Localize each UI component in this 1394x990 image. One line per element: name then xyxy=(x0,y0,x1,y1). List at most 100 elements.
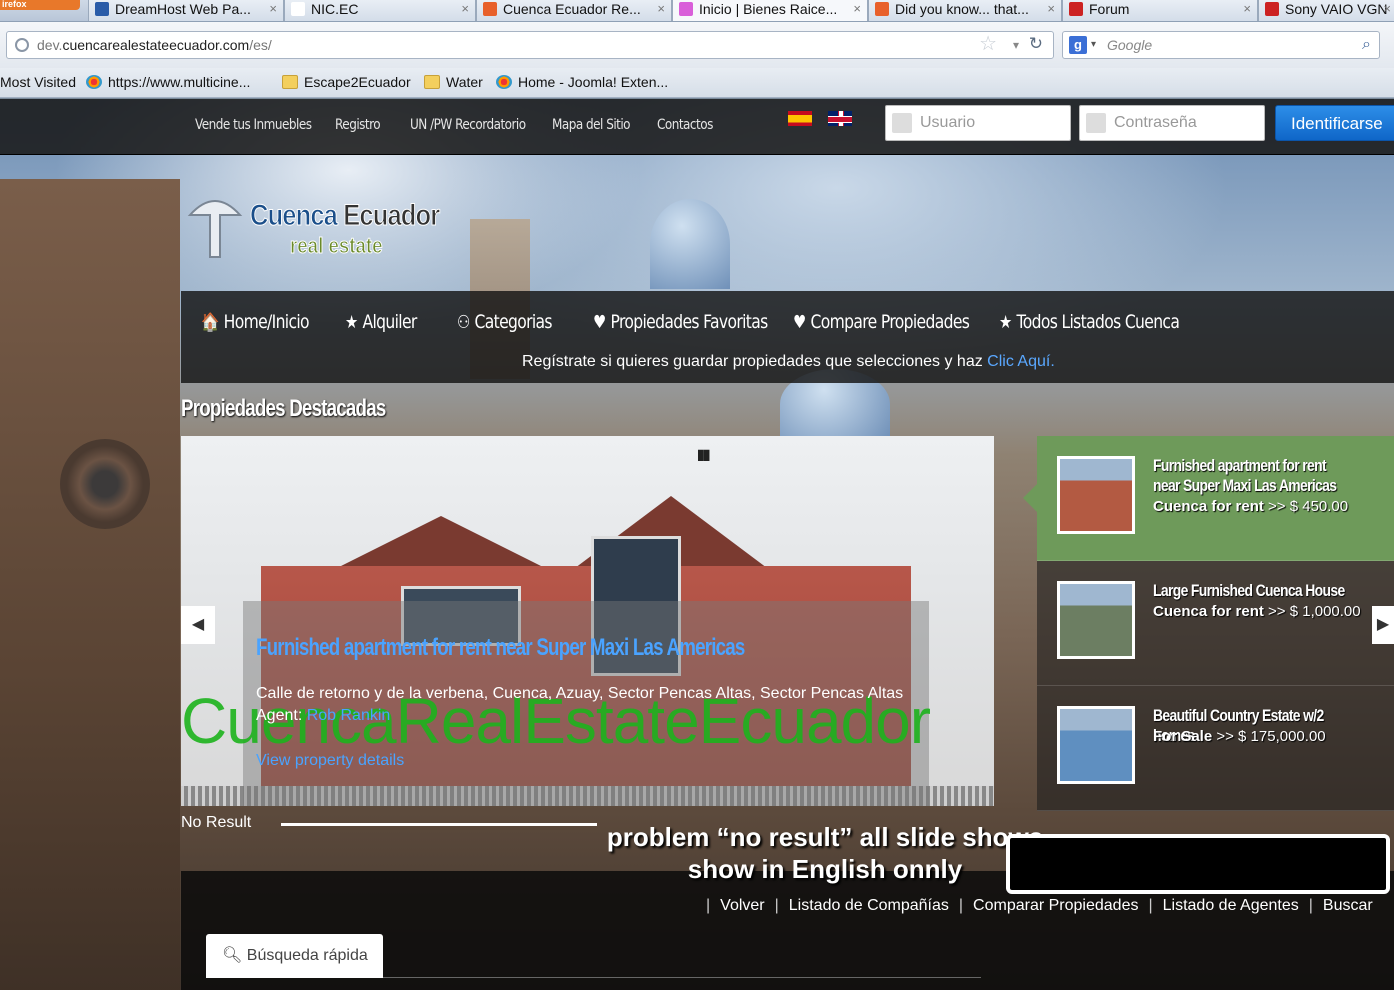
footer-link[interactable]: Volver xyxy=(720,897,764,914)
google-icon[interactable]: g xyxy=(1069,36,1087,54)
next-slide-button[interactable]: ▶ xyxy=(1372,606,1394,644)
browser-tab[interactable]: Did you know... that... × xyxy=(868,0,1062,21)
close-tab-icon[interactable]: × xyxy=(657,0,665,18)
close-tab-icon[interactable]: × xyxy=(269,0,277,18)
tab-label: Cuenca Ecuador Re... xyxy=(503,1,641,17)
main-nav-item-categorias[interactable]: ⚇ Categorias xyxy=(457,311,553,333)
main-nav-item-propiedades-favoritas[interactable]: ♥ Propiedades Favoritas xyxy=(593,311,768,333)
user-icon xyxy=(892,113,912,133)
thumbnail-image xyxy=(1057,456,1135,534)
footer-link[interactable]: Buscar xyxy=(1323,897,1373,914)
thumbnail-image xyxy=(1057,581,1135,659)
browser-tab[interactable]: Cuenca Ecuador Re... × xyxy=(476,0,672,21)
logo-text-cuenca: Cuenca xyxy=(250,199,339,233)
thumbnail-price: For Sale >> $ 175,000.00 xyxy=(1153,728,1326,745)
search-input[interactable]: g ▾ Google ⌕ xyxy=(1062,31,1380,59)
thumbnail-item[interactable]: Beautiful Country Estate w/2 homes For S… xyxy=(1037,686,1394,811)
password-input[interactable]: Contraseña xyxy=(1079,105,1265,141)
nav-link-mapa[interactable]: Mapa del Sitio xyxy=(552,117,631,133)
browser-tab[interactable]: DreamHost Web Pa... × xyxy=(88,0,284,21)
footer-link[interactable]: Comparar Propiedades xyxy=(973,897,1138,914)
close-tab-icon[interactable]: × xyxy=(1047,0,1055,18)
main-nav-label: Categorias xyxy=(474,311,553,333)
bookmark-joomla-extensions[interactable]: Home - Joomla! Exten... xyxy=(496,74,668,90)
main-nav-item-todos-listados-cuenca[interactable]: ★ Todos Listados Cuenca xyxy=(999,311,1180,333)
close-tab-icon[interactable]: × xyxy=(853,0,861,18)
history-dropdown-icon[interactable]: ▾ xyxy=(1013,32,1019,58)
nav-link-contactos[interactable]: Contactos xyxy=(657,117,713,133)
tab-label: NIC.EC xyxy=(311,1,359,17)
firefox-menu-button[interactable]: irefox xyxy=(0,0,80,10)
login-button[interactable]: Identificarse xyxy=(1275,105,1394,141)
close-tab-icon[interactable]: × xyxy=(461,0,469,18)
footer-link[interactable]: Listado de Agentes xyxy=(1163,897,1299,914)
globe-icon xyxy=(15,38,29,52)
chevron-down-icon[interactable]: ▾ xyxy=(1091,32,1096,58)
favicon-icon xyxy=(483,2,497,16)
view-details-link[interactable]: View property details xyxy=(256,752,404,770)
thumbnail-title: Large Furnished Cuenca House xyxy=(1153,581,1345,600)
thumbnail-image xyxy=(1057,706,1135,784)
slideshow-thumbnails: Furnished apartment for rent near Super … xyxy=(1023,436,1394,811)
url-bar[interactable]: dev.cuencarealestateecuador.com/es/ ☆ ▾ … xyxy=(6,31,1054,59)
main-nav-label: Propiedades Favoritas xyxy=(610,311,769,333)
favicon-icon xyxy=(291,2,305,16)
close-tab-icon[interactable]: × xyxy=(1243,0,1251,18)
site-logo[interactable]: Cuenca Ecuador real estate xyxy=(186,191,446,271)
url-prefix: dev. xyxy=(37,37,63,53)
slide-agent: Agent: Rob Rankin xyxy=(256,707,391,724)
pause-icon[interactable]: ▮▮ xyxy=(697,446,710,463)
uk-flag-icon[interactable] xyxy=(828,111,852,126)
thumbnail-price: Cuenca for rent >> $ 1,000.00 xyxy=(1153,603,1361,620)
browser-tab-bar: irefox DreamHost Web Pa... × NIC.EC × Cuenca… xyxy=(0,0,1394,22)
main-nav-label: Home/Inicio xyxy=(223,311,310,333)
nav-link-vende[interactable]: Vende tus Inmuebles xyxy=(195,117,312,133)
home-icon: 🏠 xyxy=(201,312,219,333)
spanish-flag-icon[interactable] xyxy=(788,111,812,126)
previous-slide-button[interactable]: ◀ xyxy=(181,606,215,644)
username-input[interactable]: Usuario xyxy=(885,105,1071,141)
lock-icon xyxy=(1086,113,1106,133)
browser-tab[interactable]: Inicio | Bienes Raice... × xyxy=(672,0,868,21)
thumbnail-item[interactable]: Furnished apartment for rent near Super … xyxy=(1023,436,1394,561)
tab-label: Did you know... that... xyxy=(895,1,1029,17)
thumbnail-item[interactable]: Large Furnished Cuenca House Cuenca for … xyxy=(1037,561,1394,686)
top-navigation-bar: Vende tus Inmuebles Registro UN /PW Reco… xyxy=(0,99,1394,155)
browser-tab[interactable]: Sony VAIO VGN × xyxy=(1258,0,1394,21)
main-nav-item-home-inicio[interactable]: 🏠 Home/Inicio xyxy=(201,311,310,333)
browser-tab[interactable]: Forum × xyxy=(1062,0,1258,21)
footer-links: | Volver | Listado de Compañías | Comparar Pr… xyxy=(706,897,1373,914)
agent-link[interactable]: Rob Rankin xyxy=(307,707,391,724)
quick-search-tab[interactable]: 🔍︎ Búsqueda rápida xyxy=(206,934,383,978)
nav-link-recordatorio[interactable]: UN /PW Recordatorio xyxy=(410,117,526,133)
bookmark-most-visited[interactable]: Most Visited xyxy=(0,74,76,90)
search-placeholder: Google xyxy=(1107,37,1153,53)
search-icon: 🔍︎ xyxy=(222,947,243,964)
register-link[interactable]: Clic Aquí. xyxy=(987,353,1055,370)
footer-link[interactable]: Listado de Compañías xyxy=(789,897,949,914)
joomla-icon xyxy=(496,75,512,89)
logo-mark-icon xyxy=(187,200,243,258)
main-nav-label: Compare Propiedades xyxy=(810,311,970,333)
main-nav-item-alquiler[interactable]: ★ Alquiler xyxy=(345,311,417,333)
joomla-icon xyxy=(86,75,102,89)
main-nav-item-compare-propiedades[interactable]: ♥ Compare Propiedades xyxy=(793,311,970,333)
nav-link-registro[interactable]: Registro xyxy=(335,117,381,133)
register-prompt: Regístrate si quieres guardar propiedade… xyxy=(522,353,1055,370)
slide-title-link[interactable]: Furnished apartment for rent near Super … xyxy=(256,634,745,662)
logo-text-real-estate: real estate xyxy=(290,233,383,259)
bookmarks-toolbar: Most Visited https://www.multicine... Es… xyxy=(0,68,1394,98)
reload-icon[interactable]: ↻ xyxy=(1029,31,1043,57)
close-tab-icon[interactable]: × xyxy=(1383,0,1391,18)
star-icon: ★ xyxy=(999,312,1012,333)
browser-tab[interactable]: NIC.EC × xyxy=(284,0,476,21)
bookmark-escape2ecuador[interactable]: Escape2Ecuador xyxy=(282,74,411,90)
thumbnail-price: Cuenca for rent >> $ 450.00 xyxy=(1153,498,1349,515)
favicon-icon xyxy=(1069,2,1083,16)
featured-slideshow: CuencaRealEstateEcuador Furnished apartm… xyxy=(181,436,994,806)
bookmark-star-icon[interactable]: ☆ xyxy=(979,31,997,57)
bookmark-multicine[interactable]: https://www.multicine... xyxy=(86,74,250,90)
redacted-box xyxy=(1006,834,1390,894)
search-icon[interactable]: ⌕ xyxy=(1362,32,1371,58)
bookmark-water[interactable]: Water xyxy=(424,74,483,90)
